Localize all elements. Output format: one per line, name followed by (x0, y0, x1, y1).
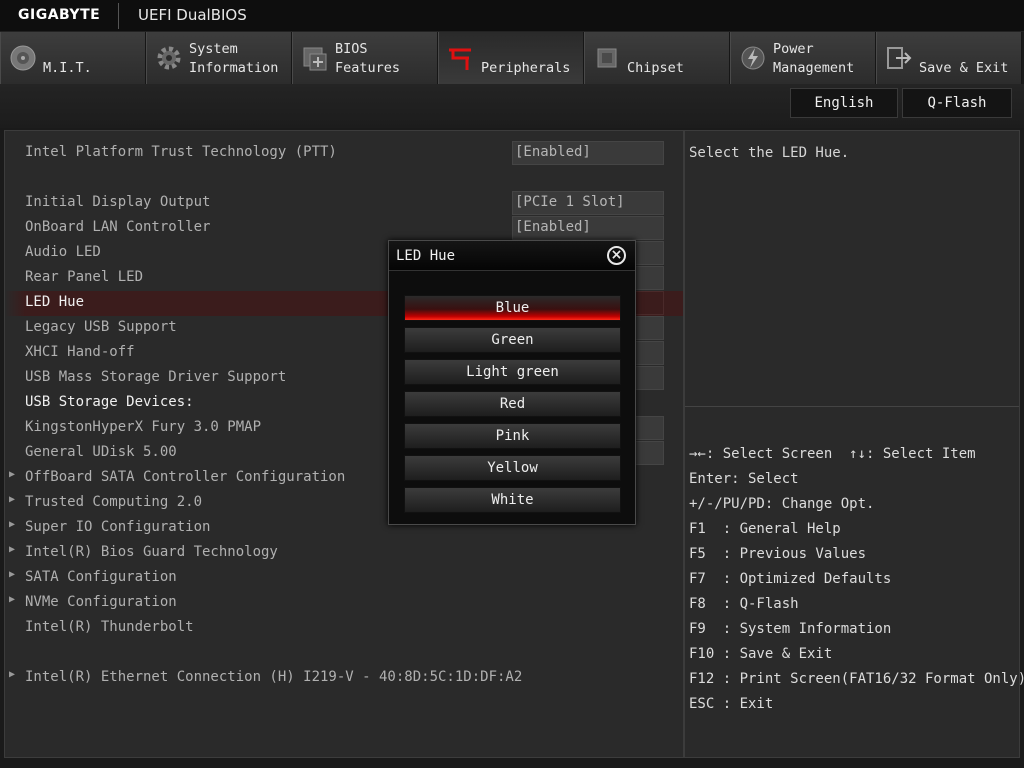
help-description-area: Select the LED Hue. (685, 131, 1019, 407)
option-blue[interactable]: Blue (404, 295, 621, 321)
tab-label: System Information (189, 41, 279, 76)
setting-label: LED Hue (25, 294, 85, 310)
option-white[interactable]: White (404, 487, 621, 513)
submenu-label: Trusted Computing 2.0 (25, 494, 203, 510)
tab-label: Peripherals (481, 60, 571, 76)
option-yellow[interactable]: Yellow (404, 455, 621, 481)
tab-chipset[interactable]: Chipset (584, 32, 730, 84)
submenu-arrow-icon: ▶ (9, 569, 16, 580)
tab-mit[interactable]: M.I.T. (0, 32, 146, 84)
setting-label: Intel Platform Trust Technology (PTT) (25, 144, 337, 160)
tab-label: BIOS Features (335, 41, 401, 76)
tab-label: M.I.T. (43, 60, 92, 76)
submenu-arrow-icon: ▶ (9, 544, 16, 555)
submenu-arrow-icon: ▶ (9, 594, 16, 605)
key-hint: F5 : Previous Values (689, 546, 867, 562)
setting-thunderbolt[interactable]: Intel(R) Thunderbolt (5, 616, 683, 641)
setting-label: Legacy USB Support (25, 319, 177, 335)
top-bar: GIGABYTE UEFI DualBIOS (0, 0, 1024, 32)
key-hint: +/-/PU/PD: Change Opt. (689, 496, 875, 512)
tab-save-exit[interactable]: Save & Exit (876, 32, 1022, 84)
key-hint: F12 : Print Screen(FAT16/32 Format Only) (689, 671, 1024, 687)
setting-ptt[interactable]: Intel Platform Trust Technology (PTT) [E… (5, 141, 683, 166)
key-hint: Enter: Select (689, 471, 799, 487)
submenu-label: OffBoard SATA Controller Configuration (25, 469, 346, 485)
setting-label: XHCI Hand-off (25, 344, 135, 360)
led-hue-dialog: LED Hue × Blue Green Light green Red Pin… (388, 240, 636, 525)
submenu-label: SATA Configuration (25, 569, 177, 585)
key-hint: F10 : Save & Exit (689, 646, 833, 662)
submenu-label: Intel(R) Ethernet Connection (H) I219-V … (25, 669, 523, 685)
submenu-bios-guard[interactable]: ▶ Intel(R) Bios Guard Technology (5, 541, 683, 566)
power-bolt-icon (741, 46, 765, 70)
setting-label: Initial Display Output (25, 194, 211, 210)
key-hint: F9 : System Information (689, 621, 892, 637)
exit-icon (887, 47, 912, 69)
submenu-ethernet[interactable]: ▶ Intel(R) Ethernet Connection (H) I219-… (5, 666, 683, 691)
key-hint: F1 : General Help (689, 521, 841, 537)
tab-label: Save & Exit (919, 60, 1009, 76)
close-icon[interactable]: × (607, 246, 626, 265)
setting-onboard-lan[interactable]: OnBoard LAN Controller [Enabled] (5, 216, 683, 241)
option-green[interactable]: Green (404, 327, 621, 353)
submenu-sata[interactable]: ▶ SATA Configuration (5, 566, 683, 591)
brand-divider (118, 3, 119, 29)
submenu-nvme[interactable]: ▶ NVMe Configuration (5, 591, 683, 616)
submenu-arrow-icon: ▶ (9, 494, 16, 505)
setting-label: USB Mass Storage Driver Support (25, 369, 287, 385)
dialog-header: LED Hue × (389, 241, 635, 271)
setting-label: Rear Panel LED (25, 269, 144, 285)
language-button[interactable]: English (790, 88, 898, 118)
tab-power-management[interactable]: Power Management (730, 32, 876, 84)
option-light-green[interactable]: Light green (404, 359, 621, 385)
setting-label: Intel(R) Thunderbolt (25, 619, 194, 635)
setting-label: Audio LED (25, 244, 101, 260)
key-hint: F7 : Optimized Defaults (689, 571, 892, 587)
submenu-label: Intel(R) Bios Guard Technology (25, 544, 278, 560)
key-hint: →←: Select Screen ↑↓: Select Item (689, 446, 976, 462)
tab-system-information[interactable]: System Information (146, 32, 292, 84)
submenu-arrow-icon: ▶ (9, 519, 16, 530)
key-legend: →←: Select Screen ↑↓: Select Item Enter:… (689, 445, 1024, 720)
setting-value[interactable]: [Enabled] (512, 141, 664, 165)
peripherals-icon (449, 48, 471, 70)
option-pink[interactable]: Pink (404, 423, 621, 449)
chip-plus-icon (303, 47, 327, 71)
setting-label: KingstonHyperX Fury 3.0 PMAP (25, 419, 262, 435)
key-hint: F8 : Q-Flash (689, 596, 799, 612)
option-red[interactable]: Red (404, 391, 621, 417)
dialog-title: LED Hue (396, 248, 456, 264)
setting-value[interactable]: [Enabled] (512, 216, 664, 240)
setting-value[interactable]: [PCIe 1 Slot] (512, 191, 664, 215)
chipset-icon (597, 48, 617, 68)
submenu-label: NVMe Configuration (25, 594, 177, 610)
setting-initial-display-output[interactable]: Initial Display Output [PCIe 1 Slot] (5, 191, 683, 216)
tab-label: Chipset (627, 60, 684, 76)
section-heading: USB Storage Devices: (25, 394, 194, 410)
qflash-button[interactable]: Q-Flash (902, 88, 1012, 118)
tab-peripherals[interactable]: Peripherals (438, 32, 584, 84)
dial-icon (10, 45, 36, 71)
setting-label: OnBoard LAN Controller (25, 219, 211, 235)
main-tabs: M.I.T. System Information BIOS Features … (0, 32, 1024, 84)
brand-logo: GIGABYTE (18, 7, 101, 23)
submenu-arrow-icon: ▶ (9, 469, 16, 480)
tab-bios-features[interactable]: BIOS Features (292, 32, 438, 84)
submenu-arrow-icon: ▶ (9, 669, 16, 680)
help-panel: Select the LED Hue. →←: Select Screen ↑↓… (684, 130, 1024, 758)
key-hint: ESC : Exit (689, 696, 774, 712)
tab-label: Power Management (773, 41, 855, 76)
gear-icon (157, 46, 181, 70)
app-title: UEFI DualBIOS (138, 6, 247, 24)
submenu-label: Super IO Configuration (25, 519, 211, 535)
setting-label: General UDisk 5.00 (25, 444, 177, 460)
help-text: Select the LED Hue. (689, 145, 850, 161)
